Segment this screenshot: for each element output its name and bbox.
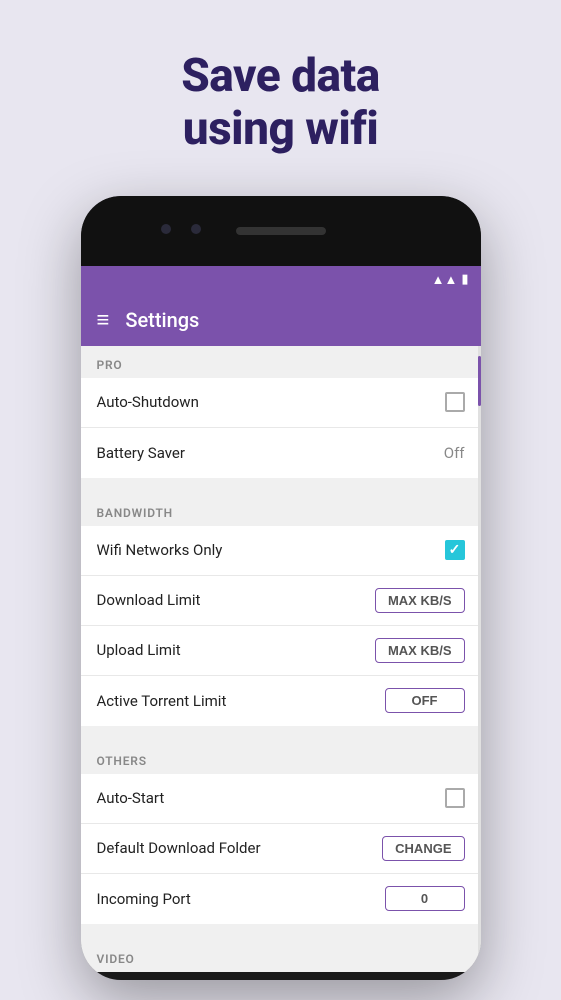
default-download-folder-label: Default Download Folder xyxy=(97,839,261,857)
section-pro: PRO Auto-Shutdown Battery Saver Off xyxy=(81,346,481,478)
section-video: VIDEO xyxy=(81,940,481,972)
headline-line2: using wifi xyxy=(183,102,379,156)
section-header-bandwidth: BANDWIDTH xyxy=(81,494,481,526)
row-wifi-networks-only[interactable]: Wifi Networks Only ✓ xyxy=(81,526,481,576)
wifi-icon: ▲▲ xyxy=(432,272,458,288)
status-bar: ▲▲ ▮ xyxy=(81,266,481,294)
app-bar: ≡ Settings xyxy=(81,294,481,346)
section-header-pro: PRO xyxy=(81,346,481,378)
headline: Save data using wifi xyxy=(181,50,380,156)
wifi-networks-only-label: Wifi Networks Only xyxy=(97,541,223,559)
hamburger-menu-icon[interactable]: ≡ xyxy=(97,307,110,333)
wifi-networks-only-checkbox[interactable]: ✓ xyxy=(445,540,465,560)
row-upload-limit[interactable]: Upload Limit MAX KB/S xyxy=(81,626,481,676)
active-torrent-limit-label: Active Torrent Limit xyxy=(97,692,227,710)
auto-shutdown-checkbox[interactable] xyxy=(445,392,465,412)
default-download-folder-button[interactable]: CHANGE xyxy=(382,836,464,861)
section-bandwidth: BANDWIDTH Wifi Networks Only ✓ Download … xyxy=(81,494,481,726)
auto-start-label: Auto-Start xyxy=(97,789,165,807)
camera-left xyxy=(161,224,171,234)
scrollbar-track[interactable] xyxy=(478,346,481,972)
auto-start-checkbox[interactable] xyxy=(445,788,465,808)
upload-limit-label: Upload Limit xyxy=(97,641,181,659)
battery-saver-label: Battery Saver xyxy=(97,444,185,462)
scrollbar-thumb[interactable] xyxy=(478,356,481,406)
download-limit-label: Download Limit xyxy=(97,591,201,609)
incoming-port-label: Incoming Port xyxy=(97,890,191,908)
row-battery-saver[interactable]: Battery Saver Off xyxy=(81,428,481,478)
divider-3 xyxy=(81,932,481,940)
divider-2 xyxy=(81,734,481,742)
row-incoming-port[interactable]: Incoming Port 0 xyxy=(81,874,481,924)
battery-saver-value: Off xyxy=(444,444,465,462)
headline-line1: Save data xyxy=(181,49,380,103)
row-auto-shutdown[interactable]: Auto-Shutdown xyxy=(81,378,481,428)
auto-shutdown-label: Auto-Shutdown xyxy=(97,393,199,411)
settings-content: PRO Auto-Shutdown Battery Saver Off BAND… xyxy=(81,346,481,972)
app-bar-title: Settings xyxy=(125,308,199,332)
camera-right xyxy=(191,224,201,234)
download-limit-button[interactable]: MAX KB/S xyxy=(375,588,465,613)
status-icons: ▲▲ ▮ xyxy=(432,272,469,288)
row-default-download-folder[interactable]: Default Download Folder CHANGE xyxy=(81,824,481,874)
row-active-torrent-limit[interactable]: Active Torrent Limit OFF xyxy=(81,676,481,726)
active-torrent-limit-button[interactable]: OFF xyxy=(385,688,465,713)
incoming-port-button[interactable]: 0 xyxy=(385,886,465,911)
battery-icon: ▮ xyxy=(461,272,468,287)
phone-frame: ▲▲ ▮ ≡ Settings PRO Auto-Shutdown Batter… xyxy=(81,196,481,980)
row-download-limit[interactable]: Download Limit MAX KB/S xyxy=(81,576,481,626)
section-others: OTHERS Auto-Start Default Download Folde… xyxy=(81,742,481,924)
section-header-video: VIDEO xyxy=(81,940,481,972)
divider-1 xyxy=(81,486,481,494)
row-auto-start[interactable]: Auto-Start xyxy=(81,774,481,824)
phone-top-bezel xyxy=(81,196,481,266)
section-header-others: OTHERS xyxy=(81,742,481,774)
speaker xyxy=(236,227,326,235)
upload-limit-button[interactable]: MAX KB/S xyxy=(375,638,465,663)
